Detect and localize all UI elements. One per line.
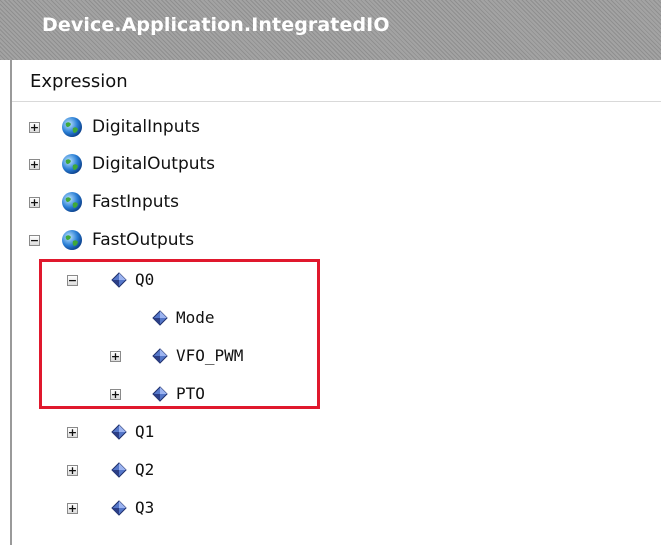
tree-row-q2[interactable]: + Q2	[12, 451, 661, 489]
tree-item-label: DigitalOutputs	[92, 154, 216, 174]
tree-item-label: DigitalInputs	[92, 117, 201, 137]
variable-icon	[111, 462, 127, 478]
tree-row-q1[interactable]: + Q1	[12, 413, 661, 451]
globe-icon	[62, 154, 82, 174]
expand-toggle-icon[interactable]: +	[67, 465, 78, 476]
tree-row-fastoutputs[interactable]: − FastOutputs	[12, 221, 661, 259]
tree-row-q3[interactable]: + Q3	[12, 489, 661, 527]
title-bar: Device.Application.IntegratedIO	[0, 0, 661, 60]
variable-icon	[111, 500, 127, 516]
window-title: Device.Application.IntegratedIO	[42, 14, 390, 36]
expand-toggle-icon[interactable]: +	[29, 197, 40, 208]
column-header-label: Expression	[30, 71, 128, 92]
highlight-rectangle	[39, 259, 320, 409]
globe-icon	[62, 230, 82, 250]
tree-item-label: Q3	[135, 498, 155, 517]
tree-row-digitalinputs[interactable]: + DigitalInputs	[12, 108, 661, 146]
variable-icon	[111, 424, 127, 440]
globe-icon	[62, 117, 82, 137]
watch-window: Device.Application.IntegratedIO Expressi…	[0, 0, 661, 545]
tree-item-label: FastOutputs	[92, 230, 195, 250]
globe-icon	[62, 192, 82, 212]
expand-toggle-icon[interactable]: +	[29, 159, 40, 170]
tree-item-label: FastInputs	[92, 192, 180, 212]
tree-item-label: Q1	[135, 422, 155, 441]
expand-toggle-icon[interactable]: +	[67, 427, 78, 438]
tree-item-label: Q2	[135, 460, 155, 479]
column-header-expression[interactable]: Expression	[12, 60, 661, 102]
expand-toggle-icon[interactable]: +	[67, 503, 78, 514]
tree-row-digitaloutputs[interactable]: + DigitalOutputs	[12, 145, 661, 183]
collapse-toggle-icon[interactable]: −	[29, 235, 40, 246]
tree-row-fastinputs[interactable]: + FastInputs	[12, 183, 661, 221]
expand-toggle-icon[interactable]: +	[29, 122, 40, 133]
